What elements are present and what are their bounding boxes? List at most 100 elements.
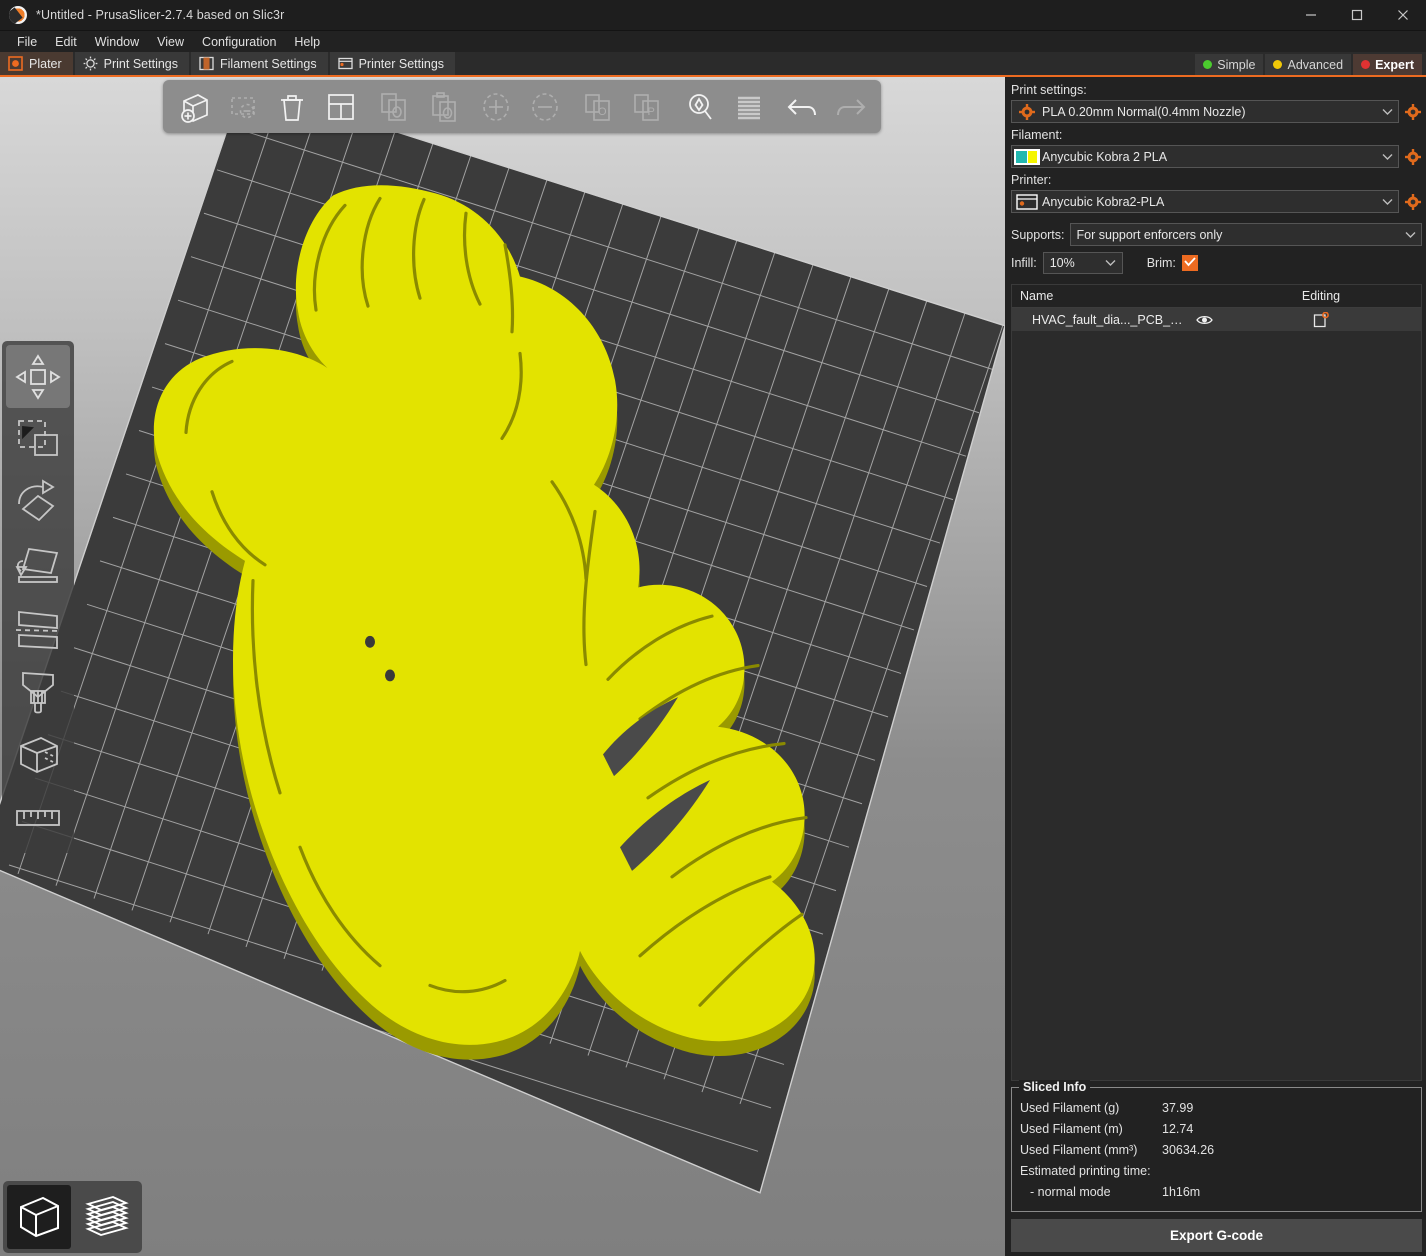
filament-color-swatch-icon: [1012, 149, 1042, 165]
prusaslicer-logo-icon: [9, 6, 27, 24]
menu-file[interactable]: File: [8, 32, 46, 52]
printer-value: Anycubic Kobra2-PLA: [1042, 195, 1376, 209]
mode-advanced-button[interactable]: Advanced: [1265, 54, 1351, 75]
add-instance-icon[interactable]: [471, 83, 520, 130]
plater-icon: [8, 56, 23, 71]
tab-print-settings-label: Print Settings: [104, 57, 178, 71]
sliced-info-row: Used Filament (g) 37.99: [1020, 1098, 1413, 1119]
tab-filament-settings-label: Filament Settings: [220, 57, 317, 71]
mode-simple-dot: [1203, 60, 1212, 69]
used-filament-m-value: 12.74: [1162, 1119, 1413, 1140]
edit-filament-preset-cog-icon[interactable]: [1404, 148, 1422, 166]
object-name: HVAC_fault_dia..._PCB_holder.stl: [1012, 313, 1187, 327]
place-on-face-gizmo-icon[interactable]: [6, 534, 70, 597]
filament-combo[interactable]: Anycubic Kobra 2 PLA: [1011, 145, 1399, 168]
supports-combo[interactable]: For support enforcers only: [1070, 223, 1422, 246]
filament-label: Filament:: [1011, 128, 1422, 143]
prusaslicer-window: *Untitled - PrusaSlicer-2.7.4 based on S…: [0, 0, 1426, 1256]
cut-gizmo-icon[interactable]: [6, 597, 70, 660]
undo-icon[interactable]: [777, 83, 826, 130]
rotate-gizmo-icon[interactable]: [6, 471, 70, 534]
sliced-info-row: Estimated printing time:: [1020, 1161, 1413, 1182]
seam-painting-gizmo-icon[interactable]: [6, 723, 70, 786]
mode-simple-label: Simple: [1217, 58, 1255, 72]
sliced-info-row: Used Filament (m) 12.74: [1020, 1119, 1413, 1140]
main-area: O P: [0, 77, 1426, 1256]
remove-instance-icon[interactable]: [520, 83, 569, 130]
variable-layer-height-icon[interactable]: [724, 83, 773, 130]
printer-label: Printer:: [1011, 173, 1422, 188]
menu-view[interactable]: View: [148, 32, 193, 52]
paste-icon[interactable]: [418, 83, 467, 130]
close-button[interactable]: [1380, 0, 1426, 31]
table-row[interactable]: HVAC_fault_dia..._PCB_holder.stl: [1012, 308, 1421, 331]
arrange-icon[interactable]: [316, 83, 365, 130]
delete-selected-icon[interactable]: [218, 83, 267, 130]
move-gizmo-icon[interactable]: [6, 345, 70, 408]
chevron-down-icon[interactable]: [1399, 231, 1421, 239]
minimize-button[interactable]: [1288, 0, 1334, 31]
printer-icon: [338, 56, 353, 71]
preview-layers-view-icon[interactable]: [74, 1185, 138, 1249]
tab-print-settings[interactable]: Print Settings: [75, 52, 189, 75]
split-to-parts-icon[interactable]: P: [622, 83, 671, 130]
checkmark-icon: [1184, 254, 1196, 272]
brim-checkbox[interactable]: [1182, 255, 1198, 271]
mode-expert-button[interactable]: Expert: [1353, 54, 1422, 75]
maximize-button[interactable]: [1334, 0, 1380, 31]
normal-mode-value: 1h16m: [1162, 1182, 1413, 1203]
menu-edit[interactable]: Edit: [46, 32, 86, 52]
print-settings-value: PLA 0.20mm Normal(0.4mm Nozzle): [1042, 105, 1376, 119]
menu-window[interactable]: Window: [86, 32, 148, 52]
edit-printer-preset-cog-icon[interactable]: [1404, 193, 1422, 211]
used-filament-m-label: Used Filament (m): [1020, 1119, 1162, 1140]
search-icon[interactable]: [675, 83, 724, 130]
title-bar: *Untitled - PrusaSlicer-2.7.4 based on S…: [0, 0, 1426, 31]
window-controls: [1288, 0, 1426, 31]
tab-plater[interactable]: Plater: [0, 52, 73, 75]
menu-help[interactable]: Help: [285, 32, 329, 52]
copy-icon[interactable]: [369, 83, 418, 130]
chevron-down-icon[interactable]: [1376, 198, 1398, 206]
scale-gizmo-icon[interactable]: [6, 408, 70, 471]
print-settings-combo[interactable]: PLA 0.20mm Normal(0.4mm Nozzle): [1011, 100, 1399, 123]
chevron-down-icon[interactable]: [1376, 108, 1398, 116]
column-header-name: Name: [1012, 289, 1187, 303]
tab-filament-settings[interactable]: Filament Settings: [191, 52, 328, 75]
export-gcode-button[interactable]: Export G-code: [1011, 1219, 1422, 1252]
object-settings-icon[interactable]: [1221, 312, 1421, 328]
model-hole-lower: [385, 669, 395, 681]
chevron-down-icon[interactable]: [1100, 259, 1122, 267]
delete-all-icon[interactable]: [267, 83, 316, 130]
used-filament-g-value: 37.99: [1162, 1098, 1413, 1119]
editor-view-icon[interactable]: [7, 1185, 71, 1249]
add-icon[interactable]: [169, 83, 218, 130]
eye-visible-icon[interactable]: [1187, 314, 1221, 326]
print-preset-cog-icon: [1012, 104, 1042, 120]
infill-combo[interactable]: 10%: [1043, 252, 1123, 274]
column-header-editing: Editing: [1221, 289, 1421, 303]
measure-gizmo-icon[interactable]: [6, 786, 70, 849]
split-to-objects-icon[interactable]: O: [573, 83, 622, 130]
used-filament-g-label: Used Filament (g): [1020, 1098, 1162, 1119]
supports-value: For support enforcers only: [1071, 228, 1399, 242]
filament-value: Anycubic Kobra 2 PLA: [1042, 150, 1376, 164]
used-filament-mm3-label: Used Filament (mm³): [1020, 1140, 1162, 1161]
object-list-body[interactable]: HVAC_fault_dia..._PCB_holder.stl: [1012, 308, 1421, 1080]
right-sidebar: Print settings: PLA 0.20mm Normal(0.4mm …: [1005, 77, 1426, 1256]
3d-viewport[interactable]: O P: [0, 77, 1005, 1256]
edit-print-preset-cog-icon[interactable]: [1404, 103, 1422, 121]
tab-printer-settings[interactable]: Printer Settings: [330, 52, 455, 75]
sliced-info-row: - normal mode 1h16m: [1020, 1182, 1413, 1203]
supports-label: Supports:: [1011, 228, 1065, 242]
printer-combo[interactable]: Anycubic Kobra2-PLA: [1011, 190, 1399, 213]
printer-row: Anycubic Kobra2-PLA: [1011, 190, 1422, 213]
printer-bed-icon: [1012, 194, 1042, 210]
paint-support-gizmo-icon[interactable]: [6, 660, 70, 723]
menu-configuration[interactable]: Configuration: [193, 32, 285, 52]
redo-icon[interactable]: [826, 83, 875, 130]
plater-toolbar: O P: [163, 80, 881, 133]
chevron-down-icon[interactable]: [1376, 153, 1398, 161]
infill-label: Infill:: [1011, 256, 1037, 270]
mode-simple-button[interactable]: Simple: [1195, 54, 1263, 75]
